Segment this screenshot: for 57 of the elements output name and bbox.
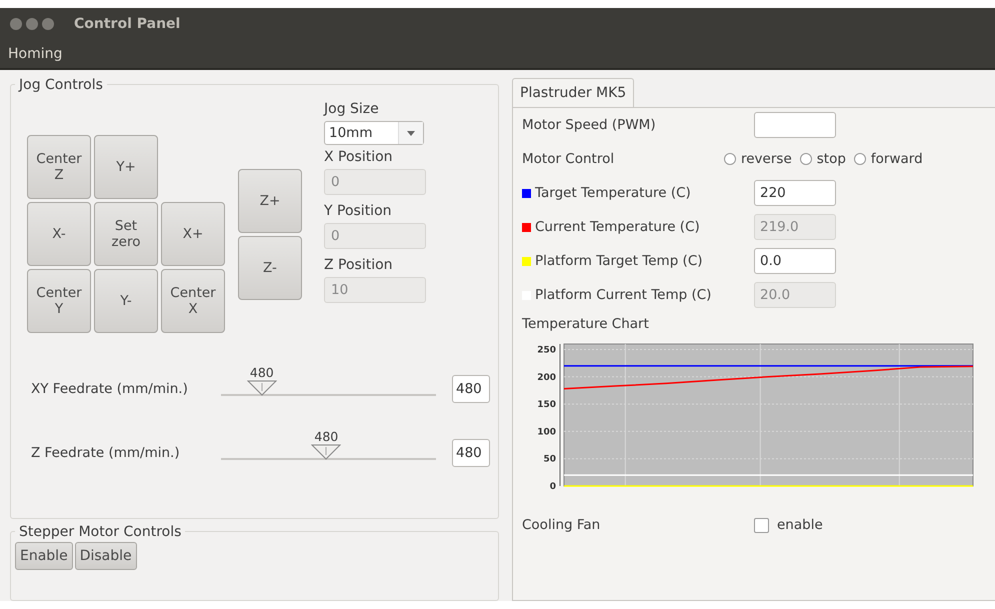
y-axis: 0 50 100 150 200 250 xyxy=(537,344,560,492)
field-label: Platform Target Temp (C) xyxy=(535,253,703,269)
field-label: XY Feedrate (mm/min.) xyxy=(31,381,189,397)
jog-button[interactable]: Y+ xyxy=(94,135,158,199)
field-label: Target Temperature (C) xyxy=(535,185,691,201)
jog-button[interactable]: Center X xyxy=(161,269,225,333)
window-title: Control Panel xyxy=(74,16,180,32)
slider-thumb[interactable] xyxy=(311,444,342,460)
field-label: Current Temperature (C) xyxy=(535,219,700,235)
temperature-field[interactable]: 220 xyxy=(754,180,836,206)
field-label: Cooling Fan xyxy=(522,517,602,533)
slider-reading: 480 xyxy=(314,429,338,444)
stepper-button[interactable]: Disable xyxy=(74,542,137,570)
motor-speed-field[interactable] xyxy=(754,112,836,138)
slider-reading: 480 xyxy=(250,365,274,380)
minimize-icon[interactable] xyxy=(26,18,38,30)
caret-icon[interactable] xyxy=(398,122,423,144)
y-tick-label: 100 xyxy=(537,427,556,438)
temperature-field[interactable]: 0.0 xyxy=(754,248,836,274)
maximize-icon[interactable] xyxy=(42,18,54,30)
field-label: Y Position xyxy=(324,203,393,219)
stepper-button[interactable]: Enable xyxy=(15,542,73,570)
field-label: Z Position xyxy=(324,257,394,273)
feedrate-field[interactable]: 480 xyxy=(452,375,490,403)
chart-title: Temperature Chart xyxy=(522,316,650,332)
y-tick-label: 0 xyxy=(550,482,556,492)
y-tick-label: 200 xyxy=(537,372,556,383)
y-tick-label: 150 xyxy=(537,400,556,410)
jog-button[interactable]: Center Y xyxy=(27,269,91,333)
close-icon[interactable] xyxy=(10,18,22,30)
field-label: Motor Speed (PWM) xyxy=(522,117,657,133)
jog-button[interactable]: Set zero xyxy=(94,202,158,266)
jog-button[interactable]: Z+ xyxy=(238,169,302,233)
feedrate-field[interactable]: 480 xyxy=(452,439,490,467)
radio-button[interactable]: stop xyxy=(800,151,846,167)
field-label: X Position xyxy=(324,149,394,165)
jog-button[interactable]: Center Z xyxy=(27,135,91,199)
radio-button[interactable]: forward xyxy=(854,151,923,167)
jog-button[interactable]: X- xyxy=(27,202,91,266)
tab[interactable]: Plastruder MK5 xyxy=(512,78,634,107)
field-label: Z Feedrate (mm/min.) xyxy=(31,445,181,461)
y-tick-label: 250 xyxy=(537,345,556,356)
menu-item[interactable]: Homing xyxy=(8,46,62,62)
y-tick-label: 50 xyxy=(543,454,556,465)
jog-button[interactable]: Z- xyxy=(238,236,302,300)
fan-checkbox[interactable]: enable xyxy=(754,517,823,533)
group-title: Jog Controls xyxy=(15,77,107,93)
field-label: Platform Current Temp (C) xyxy=(535,287,712,303)
field-label: Jog Size xyxy=(324,101,380,117)
group-title: Stepper Motor Controls xyxy=(15,524,186,540)
radio-button[interactable]: reverse xyxy=(724,151,792,167)
feedrate-slider[interactable]: 480 xyxy=(221,431,436,475)
jog-button[interactable]: X+ xyxy=(161,202,225,266)
slider-thumb[interactable] xyxy=(246,380,277,396)
feedrate-slider[interactable]: 480 xyxy=(221,367,436,411)
jog-size-dropdown[interactable]: 10mm xyxy=(324,121,424,145)
jog-button[interactable]: Y- xyxy=(94,269,158,333)
